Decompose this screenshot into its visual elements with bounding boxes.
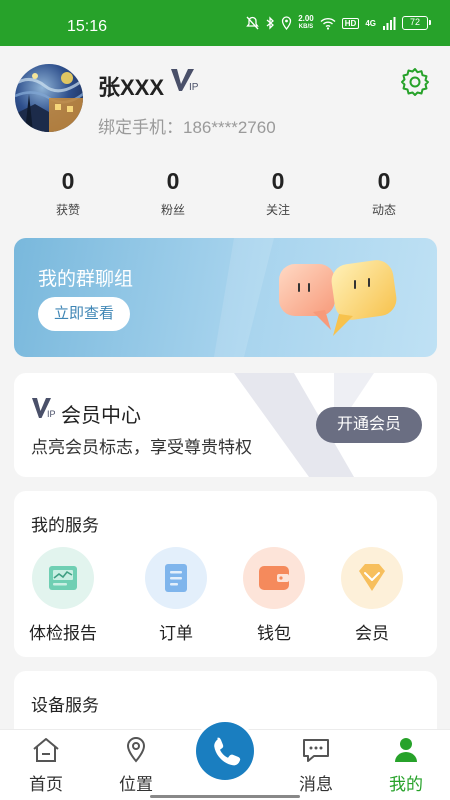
vip-badge-icon: IP (171, 69, 199, 92)
wifi-icon (320, 17, 336, 30)
stat-count: 0 (271, 168, 285, 194)
group-chat-banner[interactable]: 我的群聊组 立即查看 (14, 238, 437, 357)
stat-label: 粉丝 (160, 203, 185, 217)
group-chat-title: 我的群聊组 (38, 269, 134, 290)
avatar-image (15, 64, 83, 132)
service-wallet[interactable]: 钱包 (229, 547, 319, 644)
tab-messages[interactable]: 消息 (281, 736, 351, 795)
service-label: 钱包 (257, 624, 291, 643)
tab-label: 首页 (29, 775, 63, 794)
user-icon (395, 738, 417, 762)
hd-badge: HD (341, 17, 360, 29)
svg-text:IP: IP (47, 409, 56, 419)
bluetooth-icon (266, 16, 275, 30)
signal-icon (383, 16, 396, 30)
tab-mine[interactable]: 我的 (371, 736, 441, 795)
stat-count: 0 (166, 168, 180, 194)
status-icons: 2.00 KB/S HD 4G 72 (246, 15, 431, 31)
settings-gear-icon[interactable] (399, 66, 431, 98)
stat-posts[interactable]: 0 动态 (339, 168, 429, 218)
order-icon (145, 547, 207, 609)
avatar[interactable] (15, 64, 83, 132)
home-icon (33, 738, 59, 762)
stat-count: 0 (61, 168, 75, 194)
stat-following[interactable]: 0 关注 (233, 168, 323, 218)
report-icon (32, 547, 94, 609)
bound-phone: 绑定手机：186****2760 (98, 118, 276, 137)
service-orders[interactable]: 订单 (131, 547, 221, 644)
stat-label: 关注 (265, 203, 290, 217)
chat-bubbles-icon (279, 260, 397, 336)
location-status-icon (282, 16, 292, 30)
status-time: 15:16 (67, 18, 108, 35)
stat-likes[interactable]: 0 获赞 (23, 168, 113, 218)
my-services-title: 我的服务 (31, 516, 99, 535)
service-report[interactable]: 体检报告 (18, 547, 108, 644)
status-bar: 15:16 2.00 KB/S HD 4G 72 (0, 0, 450, 46)
username: 张XXX (98, 75, 165, 100)
tab-home[interactable]: 首页 (11, 736, 81, 795)
service-membership[interactable]: 会员 (327, 547, 417, 644)
device-services-title: 设备服务 (31, 696, 99, 715)
diamond-icon (341, 547, 403, 609)
stat-label: 动态 (371, 203, 396, 217)
service-label: 会员 (355, 624, 389, 643)
tab-label: 消息 (299, 775, 333, 794)
battery-indicator: 72 (402, 16, 431, 30)
signal-type: 4G (365, 18, 376, 28)
tab-location[interactable]: 位置 (101, 736, 171, 795)
tab-label: 我的 (389, 775, 423, 794)
service-label: 体检报告 (29, 624, 97, 643)
stats-row: 0 获赞 0 粉丝 0 关注 0 动态 (14, 168, 436, 228)
net-speed-unit: KB/S (298, 24, 314, 30)
home-indicator (150, 795, 300, 798)
stat-label: 获赞 (55, 203, 80, 217)
bell-off-icon (246, 16, 259, 30)
service-label: 订单 (159, 624, 193, 643)
view-now-button[interactable]: 立即查看 (38, 297, 130, 331)
phone-icon (214, 737, 241, 766)
message-icon (303, 739, 329, 762)
call-button[interactable] (196, 722, 254, 780)
vip-center-card[interactable]: IP 会员中心 点亮会员标志，享受尊贵特权 开通会员 (14, 373, 437, 477)
open-vip-button[interactable]: 开通会员 (316, 407, 422, 443)
svg-text:IP: IP (189, 82, 199, 92)
location-icon (126, 736, 146, 763)
my-services-card: 我的服务 体检报告 订单 钱包 会员 (14, 491, 437, 657)
vip-center-subtitle: 点亮会员标志，享受尊贵特权 (31, 438, 252, 457)
vip-icon: IP (32, 398, 56, 419)
vip-center-title: 会员中心 (61, 405, 141, 427)
net-speed: 2.00 KB/S (298, 15, 314, 31)
tab-label: 位置 (119, 775, 153, 794)
wallet-icon (243, 547, 305, 609)
net-speed-value: 2.00 (298, 14, 314, 23)
stat-count: 0 (377, 168, 391, 194)
stat-fans[interactable]: 0 粉丝 (128, 168, 218, 218)
